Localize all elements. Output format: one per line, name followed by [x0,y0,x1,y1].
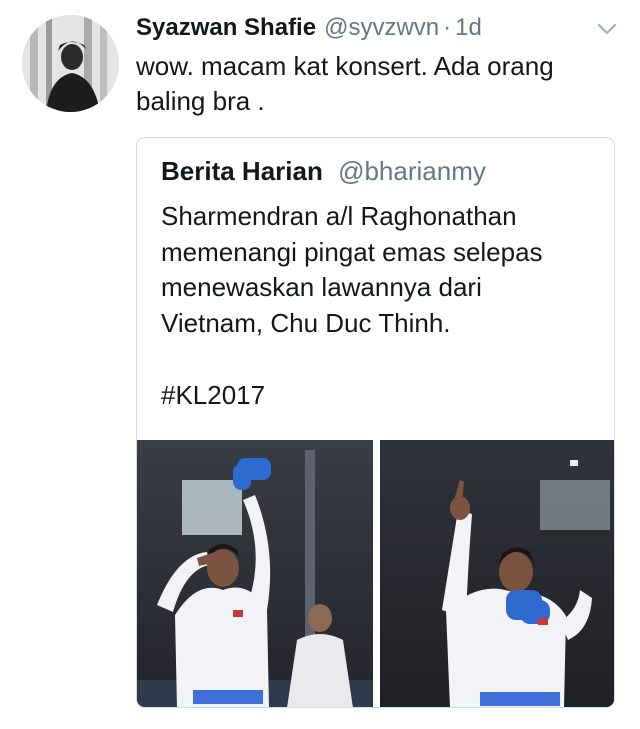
tweet-text: wow. macam kat konsert. Ada orang baling… [136,49,626,119]
tweet-text-line: baling bra . [136,86,265,116]
quoted-text-line: Vietnam, Chu Duc Thinh. [161,307,451,338]
quoted-tweet-text: Sharmendran a/l Raghonathan memenangi pi… [161,199,601,341]
separator-dot: · [443,14,452,41]
tweet-text-line: wow. macam kat konsert. Ada orang [136,51,554,81]
hashtag: #KL2017 [161,380,266,410]
avatar[interactable] [22,15,119,112]
photo-athlete-salute[interactable] [137,440,373,707]
quoted-text-line: memenangi pingat emas selepas [161,236,543,267]
chevron-down-icon[interactable] [594,16,620,42]
tweet-header: Syazwan Shafie @syvzwvn · 1d [136,14,620,46]
quoted-tweet-header: Berita Harian @bharianmy [161,156,486,187]
quoted-tweet[interactable]: Berita Harian @bharianmy Sharmendran a/l… [136,137,615,708]
quoted-author-name: Berita Harian [161,156,323,186]
author-name[interactable]: Syazwan Shafie [136,14,316,42]
quoted-text-line: menewaskan lawannya dari [161,272,482,302]
timestamp[interactable]: 1d [455,14,482,42]
photo-athlete-pointing[interactable] [380,440,614,707]
quoted-author-handle: @bharianmy [338,156,486,186]
quoted-text-line: Sharmendran a/l Raghonathan [161,201,517,231]
author-handle[interactable]: @syvzwvn [324,14,439,42]
